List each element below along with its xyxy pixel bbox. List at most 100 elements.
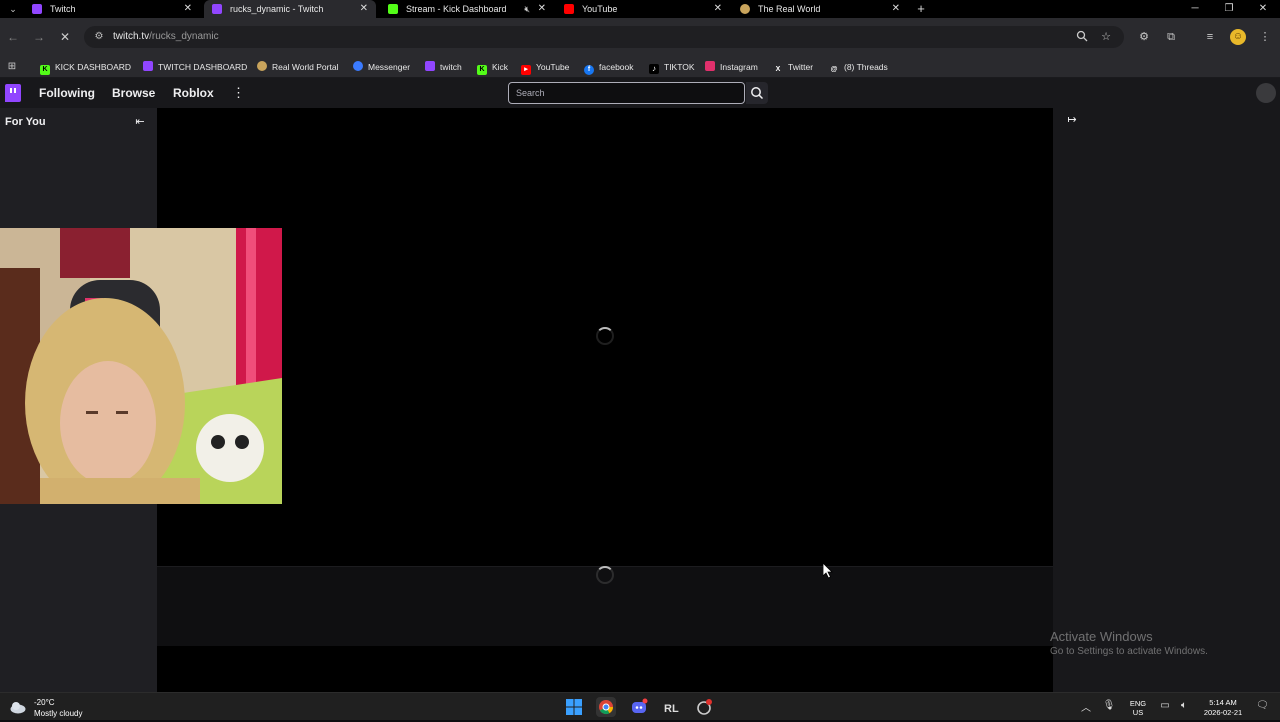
tab-strip: ⌄ Twitch ✕ rucks_dynamic - Twitch ✕ Stre… (0, 0, 1280, 18)
svg-text:RL: RL (664, 703, 679, 715)
video-player[interactable] (157, 108, 1053, 566)
nav-browse[interactable]: Browse (112, 78, 155, 108)
bookmark-threads[interactable]: @ (8) Threads (829, 56, 888, 78)
bookmark-twitch-dashboard[interactable]: TWITCH DASHBOARD (143, 56, 247, 78)
network-icon[interactable]: ▭ (1158, 699, 1172, 713)
kick-icon (388, 4, 398, 14)
tab-search-icon[interactable]: ⌄ (6, 3, 20, 15)
tab-title: The Real World (758, 4, 821, 14)
mouse-cursor-icon (823, 563, 833, 579)
bookmark-label: Real World Portal (272, 62, 339, 72)
volume-icon[interactable]: 🔈︎ (1177, 699, 1191, 713)
discord-icon[interactable] (629, 697, 649, 717)
bookmark-instagram[interactable]: Instagram (705, 56, 758, 78)
tab-rucks-dynamic[interactable]: rucks_dynamic - Twitch ✕ (204, 0, 376, 18)
youtube-icon: ▸ (521, 65, 531, 75)
tab-twitch[interactable]: Twitch ✕ (24, 0, 200, 18)
close-window-icon[interactable]: ✕ (1246, 0, 1280, 18)
profile-avatar-icon[interactable]: ☺ (1230, 29, 1246, 45)
search-icon (751, 87, 764, 100)
collapse-sidebar-icon[interactable]: ⇤ (134, 116, 146, 128)
windows-start-icon[interactable] (564, 697, 584, 717)
tiktok-icon: ♪ (649, 64, 659, 74)
stop-loading-icon[interactable]: ✕ (57, 29, 73, 45)
tab-real-world[interactable]: The Real World ✕ (732, 0, 908, 18)
bookmark-label: TWITCH DASHBOARD (158, 62, 248, 72)
extensions-puzzle-icon[interactable]: ⧉ (1164, 30, 1178, 44)
weather-temperature[interactable]: -20°C (34, 698, 55, 707)
channel-content-area (157, 646, 1053, 692)
webcam-overlay (0, 228, 282, 504)
search-button[interactable] (746, 82, 768, 104)
forward-icon[interactable]: → (31, 29, 47, 45)
x-icon: X (775, 66, 781, 73)
bookmark-messenger[interactable]: Messenger (353, 56, 410, 78)
user-avatar[interactable] (1256, 83, 1276, 103)
tab-youtube[interactable]: YouTube ✕ (556, 0, 730, 18)
kick-icon: K (477, 65, 487, 75)
microphone-icon[interactable]: 🎙︎ (1102, 699, 1116, 713)
close-icon[interactable]: ✕ (892, 0, 900, 18)
address-bar[interactable]: ⚙ twitch.tv/rucks_dynamic ☆ (84, 26, 1124, 48)
app-notification-icon[interactable] (694, 697, 714, 717)
bookmark-label: (8) Threads (844, 62, 888, 72)
bookmark-label: Messenger (368, 62, 411, 72)
watermark-subtitle: Go to Settings to activate Windows. (1050, 646, 1208, 657)
bookmark-twitch[interactable]: twitch (425, 56, 462, 78)
search-input[interactable] (509, 83, 744, 103)
close-icon[interactable]: ✕ (184, 0, 192, 18)
nav-following[interactable]: Following (39, 78, 95, 108)
minimize-icon[interactable]: ─ (1178, 0, 1212, 18)
bookmark-youtube[interactable]: ▸ YouTube (521, 56, 569, 78)
weather-description[interactable]: Mostly cloudy (34, 709, 82, 718)
chrome-icon[interactable] (596, 697, 616, 717)
close-icon[interactable]: ✕ (714, 0, 722, 18)
threads-icon: @ (830, 66, 838, 73)
instagram-icon (705, 61, 715, 71)
youtube-icon (564, 4, 574, 14)
watermark-title: Activate Windows (1050, 629, 1153, 644)
expand-chat-icon[interactable]: ↦ (1065, 114, 1079, 126)
bookmark-label: twitch (440, 62, 462, 72)
tab-title: Stream - Kick Dashboard (406, 4, 507, 14)
search-box (508, 82, 745, 104)
apps-grid-icon[interactable]: ⊞ (6, 61, 18, 73)
real-world-icon (257, 61, 267, 71)
tab-kick-dashboard[interactable]: Stream - Kick Dashboard 🔇︎ ✕ (380, 0, 554, 18)
activate-windows-watermark: Activate Windows Go to Settings to activ… (1050, 629, 1208, 657)
bookmark-facebook[interactable]: f facebook (584, 56, 634, 78)
twitch-logo-icon[interactable] (5, 84, 21, 102)
site-info-icon[interactable]: ⚙ (92, 30, 106, 44)
menu-kebab-icon[interactable]: ⋮ (1258, 30, 1272, 44)
bookmark-label: KICK DASHBOARD (55, 62, 132, 72)
bookmark-tiktok[interactable]: ♪ TIKTOK (649, 56, 695, 78)
bookmark-real-world-portal[interactable]: Real World Portal (257, 56, 338, 78)
tray-overflow-icon[interactable]: ︿ (1080, 699, 1092, 714)
language-indicator[interactable]: ENG US (1128, 699, 1148, 717)
back-icon[interactable]: ← (5, 29, 21, 45)
bookmark-twitter[interactable]: X Twitter (773, 56, 813, 78)
bookmark-kick-dashboard[interactable]: K KICK DASHBOARD (40, 56, 131, 78)
bookmarks-bar: ⊞ K KICK DASHBOARD TWITCH DASHBOARD Real … (0, 56, 1280, 78)
rl-app-icon[interactable]: RL (661, 697, 681, 717)
url-text[interactable]: twitch.tv/rucks_dynamic (113, 26, 219, 48)
bookmark-kick[interactable]: K Kick (477, 56, 508, 78)
mute-icon[interactable]: 🔇︎ (524, 0, 530, 18)
nav-roblox[interactable]: Roblox (173, 78, 214, 108)
bookmark-star-icon[interactable]: ☆ (1099, 30, 1113, 44)
extension-gear-icon[interactable]: ⚙ (1137, 30, 1151, 44)
region-code: US (1132, 708, 1144, 717)
more-options-icon[interactable]: ⋮ (232, 78, 245, 108)
tab-title: Twitch (50, 4, 76, 14)
browser-toolbar: ← → ✕ ⚙ twitch.tv/rucks_dynamic ☆ ⚙ ⧉ ≡ … (0, 18, 1280, 56)
close-icon[interactable]: ✕ (538, 0, 546, 18)
cloud-icon[interactable] (9, 698, 27, 716)
close-icon[interactable]: ✕ (360, 0, 368, 18)
restore-icon[interactable]: ❐ (1212, 0, 1246, 18)
new-tab-button[interactable]: + (914, 0, 928, 18)
media-controls-icon[interactable]: ≡ (1203, 30, 1217, 44)
kick-icon: K (40, 65, 50, 75)
notifications-icon[interactable]: 🗨︎ (1256, 700, 1269, 712)
zoom-icon[interactable] (1075, 30, 1089, 44)
system-clock[interactable]: 5:14 AM 2026-02-21 (1196, 698, 1250, 718)
